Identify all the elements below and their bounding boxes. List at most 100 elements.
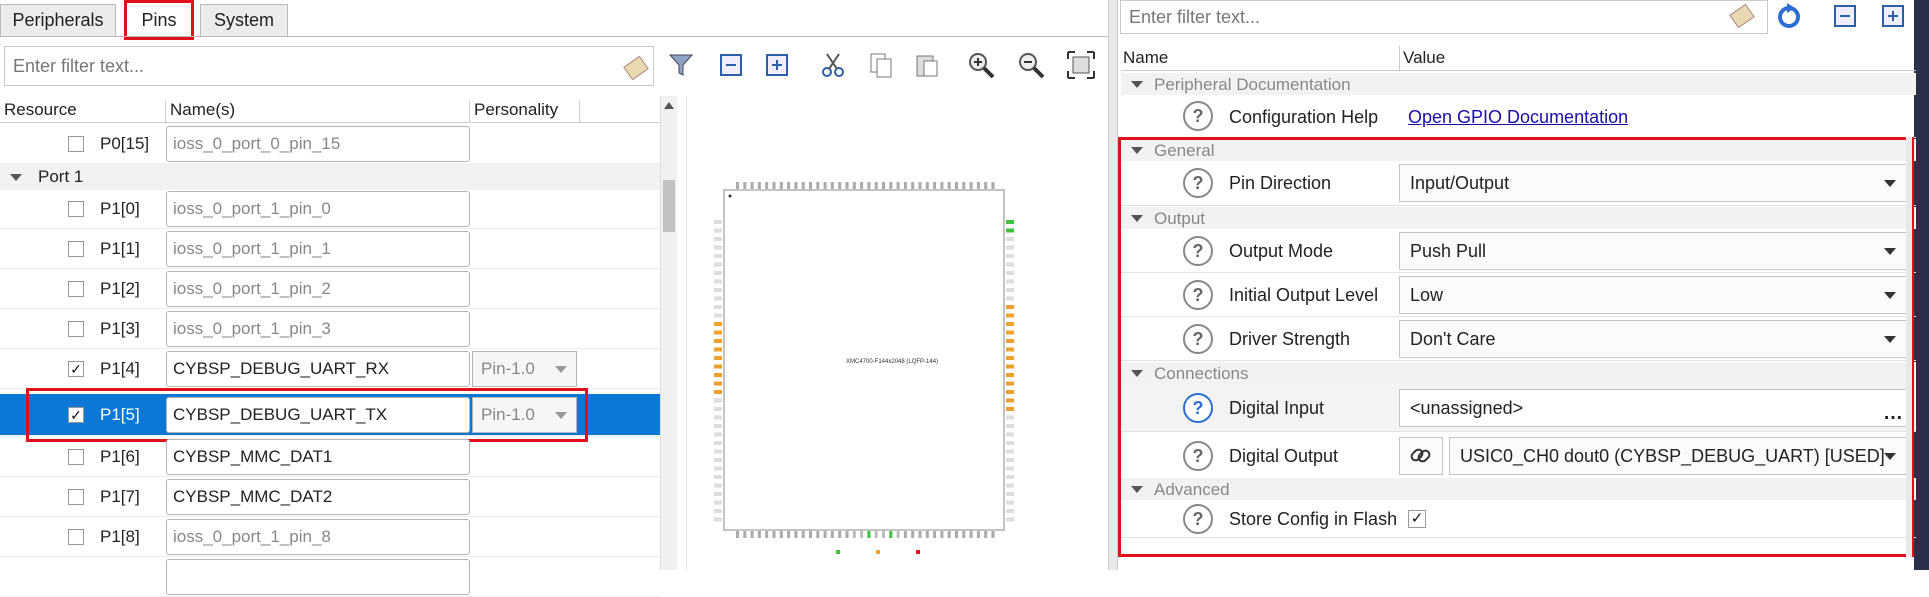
chip-pin[interactable]: [714, 279, 722, 284]
chip-pin[interactable]: [714, 492, 722, 496]
left-filter-input[interactable]: Enter filter text...: [4, 46, 654, 86]
chip-pin[interactable]: [714, 330, 722, 335]
chip-pin[interactable]: [794, 531, 798, 538]
chip-pin[interactable]: [1006, 237, 1014, 241]
chip-pin[interactable]: [852, 182, 856, 189]
chip-pin[interactable]: [714, 449, 722, 454]
chip-pin[interactable]: [714, 373, 722, 377]
filter-icon[interactable]: [666, 50, 696, 80]
refresh-icon[interactable]: [1774, 1, 1804, 31]
chip-pin[interactable]: [714, 407, 722, 411]
chip-pin[interactable]: [1006, 475, 1014, 479]
chip-pin[interactable]: [976, 182, 980, 189]
tab-pins[interactable]: Pins: [124, 0, 194, 40]
chip-pin[interactable]: [1006, 509, 1014, 513]
chip-pin[interactable]: [1006, 441, 1014, 445]
col-personality[interactable]: Personality: [470, 100, 580, 122]
chip-pin[interactable]: [757, 531, 761, 538]
name-field[interactable]: CYBSP_MMC_DAT1: [166, 439, 470, 475]
expand-icon[interactable]: [762, 50, 792, 80]
chip-pin[interactable]: [933, 531, 937, 538]
name-field[interactable]: ioss_0_port_1_pin_1: [166, 231, 470, 267]
chip-pin[interactable]: [940, 531, 944, 538]
chip-pin[interactable]: [947, 182, 951, 189]
chip-pin[interactable]: [765, 531, 769, 538]
row-checkbox[interactable]: ✓: [68, 361, 84, 377]
chip-pin[interactable]: [991, 182, 995, 189]
chip-pin[interactable]: [882, 182, 885, 189]
scroll-up-arrow[interactable]: [664, 102, 674, 109]
row-checkbox[interactable]: [68, 321, 84, 337]
chip-pin[interactable]: [1006, 390, 1014, 394]
chip-pin[interactable]: [1006, 500, 1014, 505]
chip-pin[interactable]: [714, 466, 722, 471]
cut-icon[interactable]: [818, 50, 848, 80]
chevron-down-icon[interactable]: [10, 174, 22, 181]
chip-pin[interactable]: [867, 531, 871, 538]
chip-pin[interactable]: [736, 182, 739, 189]
chip-pin[interactable]: [714, 500, 722, 505]
chip-pin[interactable]: [867, 182, 871, 189]
chip-pin[interactable]: [714, 262, 722, 267]
name-field[interactable]: ioss_0_port_1_pin_0: [166, 191, 470, 227]
chip-pin[interactable]: [1006, 466, 1014, 471]
chip-pin[interactable]: [918, 531, 922, 538]
row-checkbox[interactable]: [68, 449, 84, 465]
chip-pin[interactable]: [1006, 458, 1014, 462]
expand-icon[interactable]: [1878, 1, 1908, 31]
chip-pin[interactable]: [801, 182, 805, 189]
chip-pin[interactable]: [1006, 449, 1014, 454]
chip-pin[interactable]: [714, 220, 722, 224]
chip-pin[interactable]: [1006, 356, 1014, 360]
table-row[interactable]: ✓ P1[4] CYBSP_DEBUG_UART_RX Pin-1.0: [0, 349, 660, 389]
chip-pin[interactable]: [787, 531, 791, 538]
chip-pin[interactable]: [714, 322, 722, 326]
chip-pin[interactable]: [714, 356, 722, 360]
chip-pin[interactable]: [903, 531, 907, 538]
chip-pin[interactable]: [743, 531, 747, 538]
chip-pin[interactable]: [962, 182, 966, 189]
table-row[interactable]: P1[7] CYBSP_MMC_DAT2: [0, 477, 660, 517]
chip-pin[interactable]: [962, 531, 966, 538]
chip-pin[interactable]: [1006, 398, 1014, 403]
chip-pin[interactable]: [750, 182, 754, 189]
row-checkbox[interactable]: [68, 529, 84, 545]
chip-pin[interactable]: [714, 458, 722, 462]
prop-scrollbar[interactable]: [1906, 137, 1912, 557]
chip-pin[interactable]: [714, 517, 722, 522]
chip-pin[interactable]: [1006, 228, 1014, 233]
chip-pin[interactable]: [845, 182, 849, 189]
chip-pin[interactable]: [889, 531, 893, 538]
chip-pin[interactable]: [1006, 407, 1014, 411]
chip-pin[interactable]: [816, 182, 820, 189]
copy-icon[interactable]: [866, 50, 896, 80]
gpio-doc-link[interactable]: Open GPIO Documentation: [1408, 107, 1628, 128]
paste-icon[interactable]: [912, 50, 942, 80]
chip-pin[interactable]: [1006, 483, 1014, 488]
chip-pin[interactable]: [1006, 424, 1014, 428]
chip-pin[interactable]: [911, 182, 915, 189]
name-field[interactable]: ioss_0_port_1_pin_2: [166, 271, 470, 307]
chip-pin[interactable]: [860, 182, 864, 189]
chip-pin[interactable]: [845, 531, 849, 538]
chip-pin[interactable]: [940, 182, 944, 189]
chip-pin[interactable]: [984, 182, 988, 189]
chip-pin[interactable]: [969, 182, 973, 189]
chip-pin[interactable]: [991, 531, 995, 538]
chip-pin[interactable]: [1006, 245, 1014, 250]
chip-pin[interactable]: [976, 531, 980, 538]
chip-pin[interactable]: [750, 531, 754, 538]
chip-pin[interactable]: [830, 182, 834, 189]
chip-pin[interactable]: [809, 531, 812, 538]
name-field[interactable]: CYBSP_MMC_DAT2: [166, 479, 470, 515]
name-field[interactable]: CYBSP_DEBUG_UART_RX: [166, 351, 470, 387]
chip-pin[interactable]: [838, 531, 842, 538]
chip-pin[interactable]: [772, 182, 776, 189]
chip-pin[interactable]: [714, 390, 722, 394]
chip-pin[interactable]: [1006, 296, 1014, 301]
chip-pin[interactable]: [714, 347, 722, 352]
chip-pin[interactable]: [925, 182, 929, 189]
chip-pin[interactable]: [816, 531, 820, 538]
chip-pin[interactable]: [1006, 373, 1014, 377]
chip-pin[interactable]: [1006, 271, 1014, 275]
